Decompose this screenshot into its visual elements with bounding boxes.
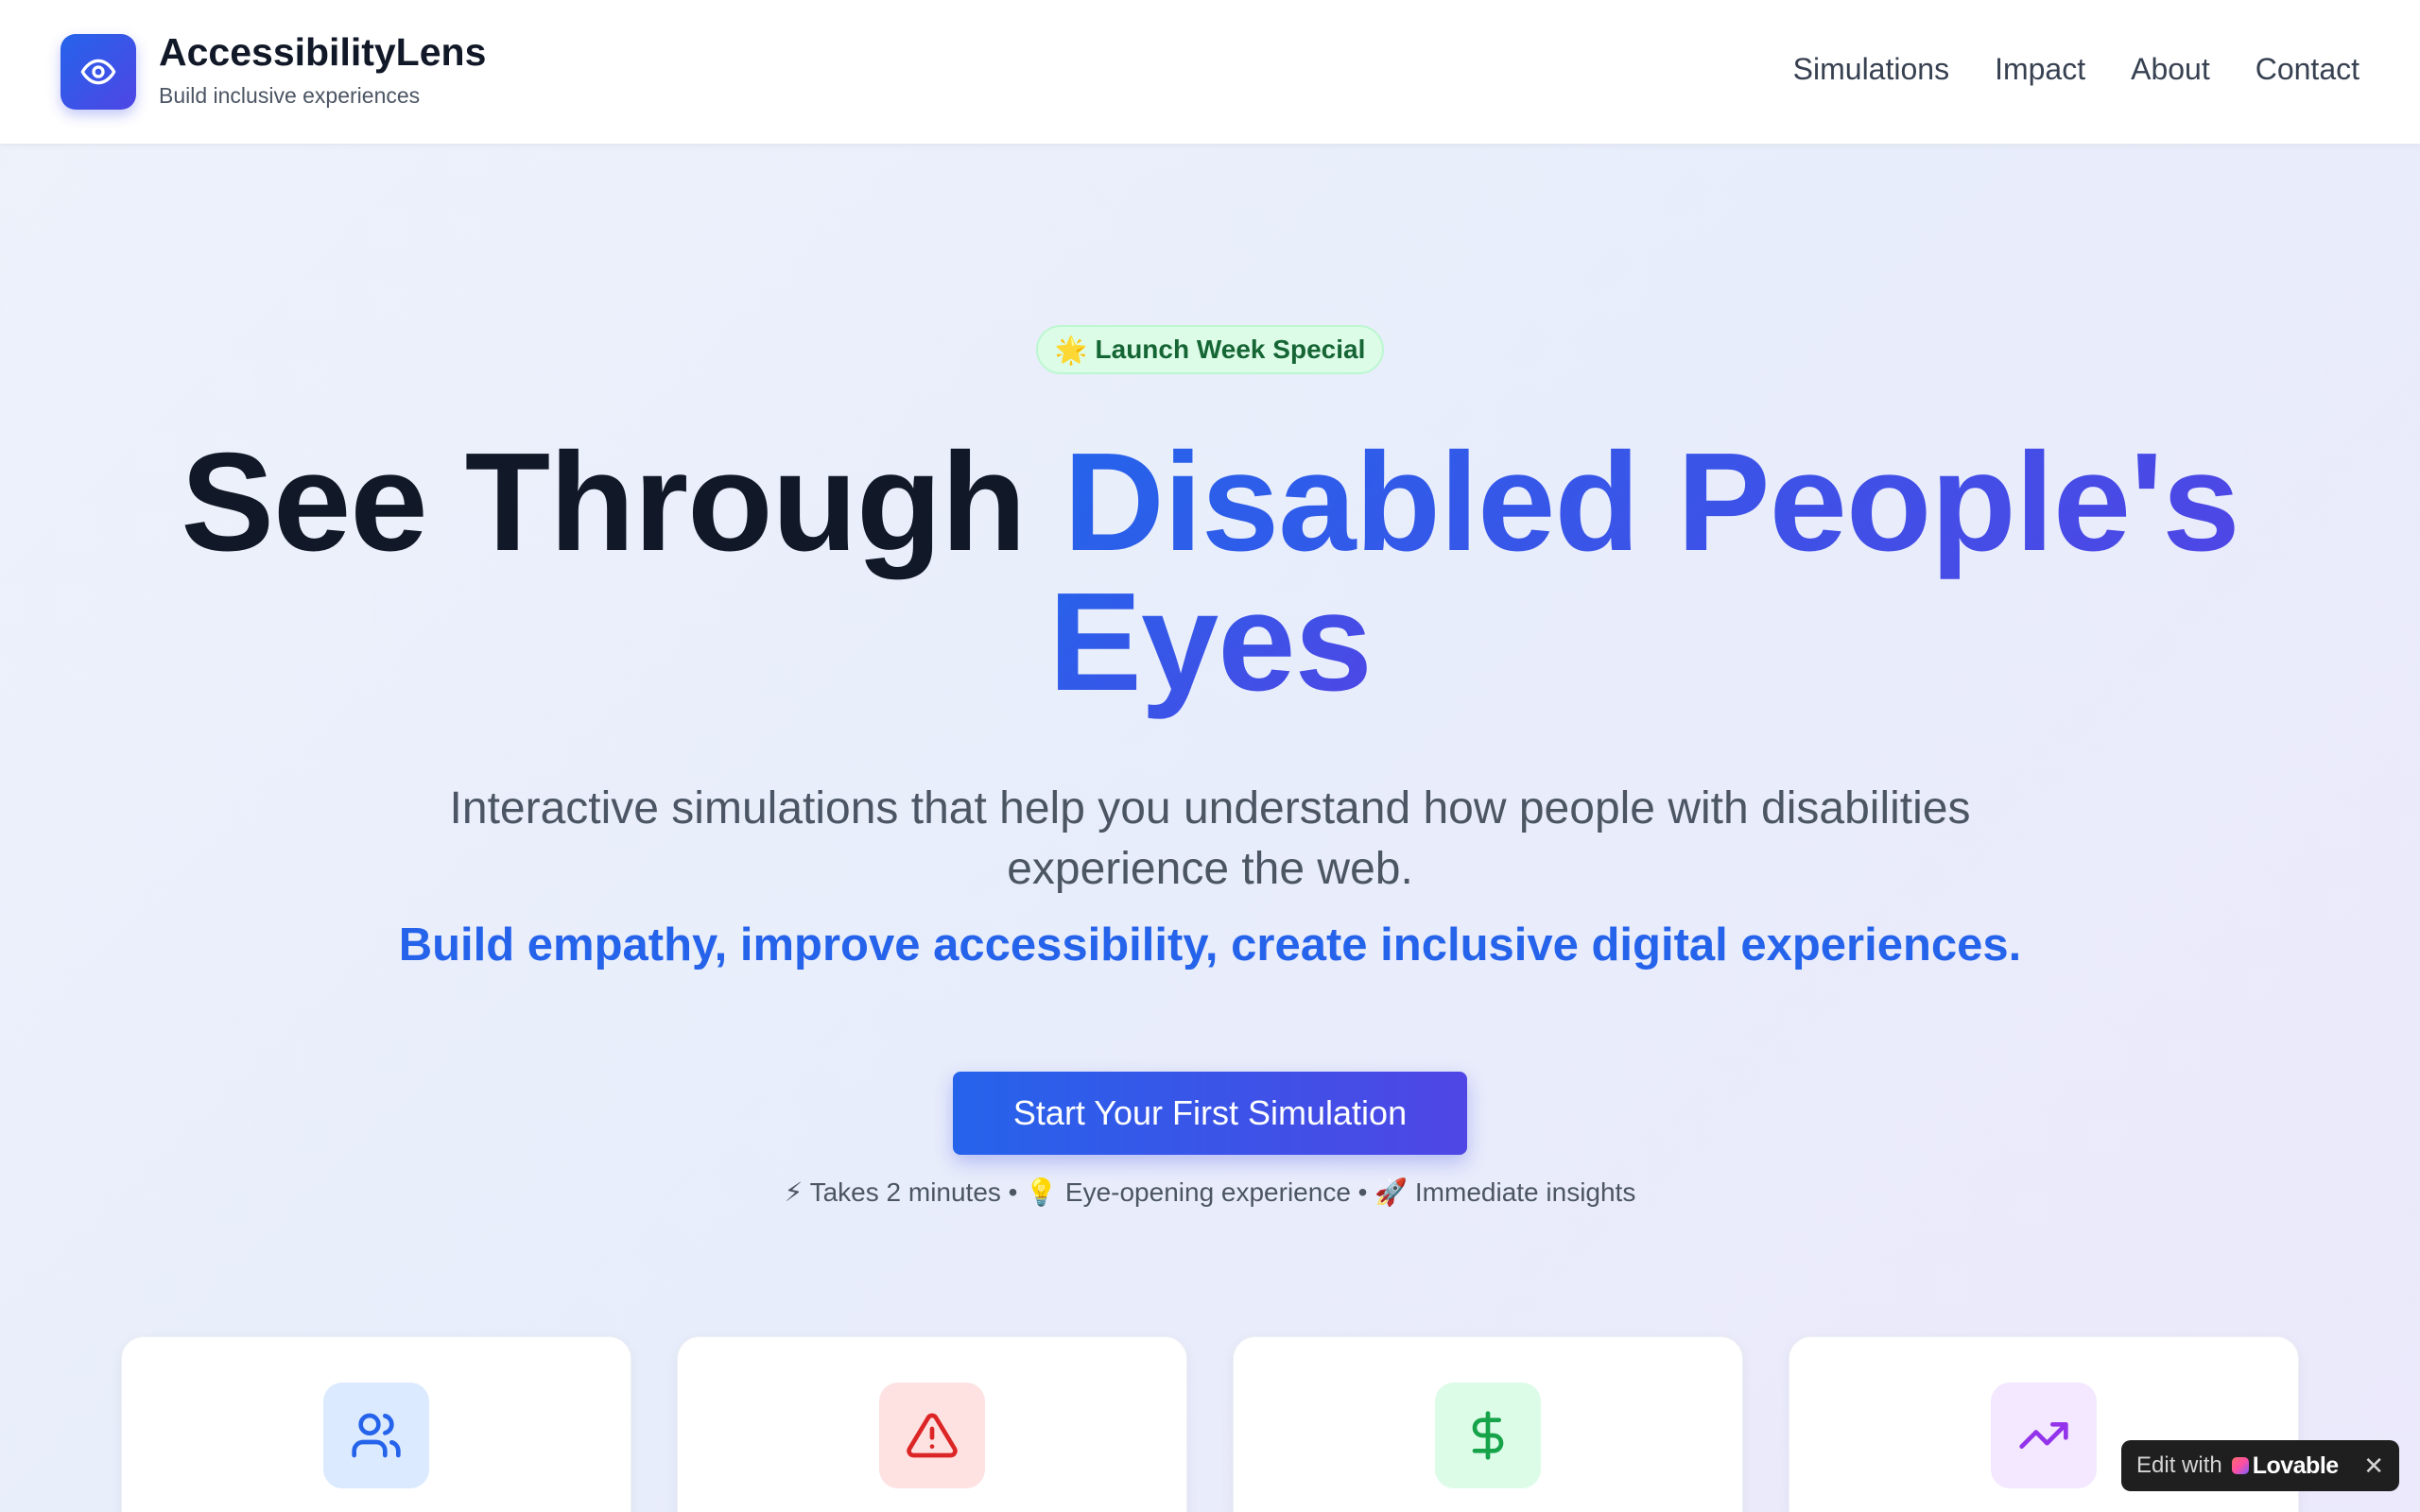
hero-subtitle: Interactive simulations that help you un… xyxy=(449,783,1971,894)
nav-link-simulations[interactable]: Simulations xyxy=(1793,49,1949,89)
headline-plain: See Through xyxy=(181,424,1063,580)
nav-link-impact[interactable]: Impact xyxy=(1995,49,2085,89)
hero-emphasis: Build empathy, improve accessibility, cr… xyxy=(398,919,2022,971)
headline-highlight: Disabled People's xyxy=(1063,424,2240,580)
dollar-icon xyxy=(1472,1411,1504,1460)
brand-tagline: Build inclusive experiences xyxy=(159,83,421,108)
hero-headline: See Through Disabled People's Eyes xyxy=(0,433,2420,713)
warning-triangle-icon xyxy=(907,1413,958,1458)
lovable-logo-icon xyxy=(2231,1457,2249,1474)
trending-up-icon xyxy=(2019,1422,2068,1449)
nav-link-about[interactable]: About xyxy=(2131,49,2210,89)
feature-card-dollar xyxy=(1233,1336,1743,1512)
hero-meta-info: ⚡ Takes 2 minutes • 💡 Eye-opening experi… xyxy=(784,1177,1636,1207)
star-icon: 🌟 xyxy=(1054,335,1088,365)
edit-with-lovable-badge[interactable]: Edit with Lovable ✕ xyxy=(2121,1440,2399,1491)
nav-link-contact[interactable]: Contact xyxy=(2256,49,2360,89)
headline-highlight-line-2: Eyes xyxy=(1048,564,1373,720)
lovable-edit-label: Edit with xyxy=(2136,1452,2222,1478)
eye-icon xyxy=(80,59,116,85)
card-icon-container xyxy=(1435,1383,1541,1488)
launch-badge: 🌟 Launch Week Special xyxy=(1036,325,1384,374)
card-icon-container xyxy=(323,1383,429,1488)
card-icon-container xyxy=(1991,1383,2097,1488)
site-header: AccessibilityLens Build inclusive experi… xyxy=(0,0,2420,145)
lovable-brand: Lovable xyxy=(2252,1452,2339,1479)
launch-badge-label: Launch Week Special xyxy=(1095,335,1366,364)
users-icon xyxy=(352,1413,401,1458)
close-icon[interactable]: ✕ xyxy=(2363,1453,2384,1478)
main-nav: Simulations Impact About Contact xyxy=(1793,49,2360,89)
card-icon-container xyxy=(879,1383,985,1488)
feature-card-warning xyxy=(677,1336,1187,1512)
logo[interactable] xyxy=(60,34,136,110)
brand-name[interactable]: AccessibilityLens xyxy=(159,28,486,76)
start-simulation-button[interactable]: Start Your First Simulation xyxy=(953,1072,1467,1155)
feature-card-users xyxy=(121,1336,631,1512)
